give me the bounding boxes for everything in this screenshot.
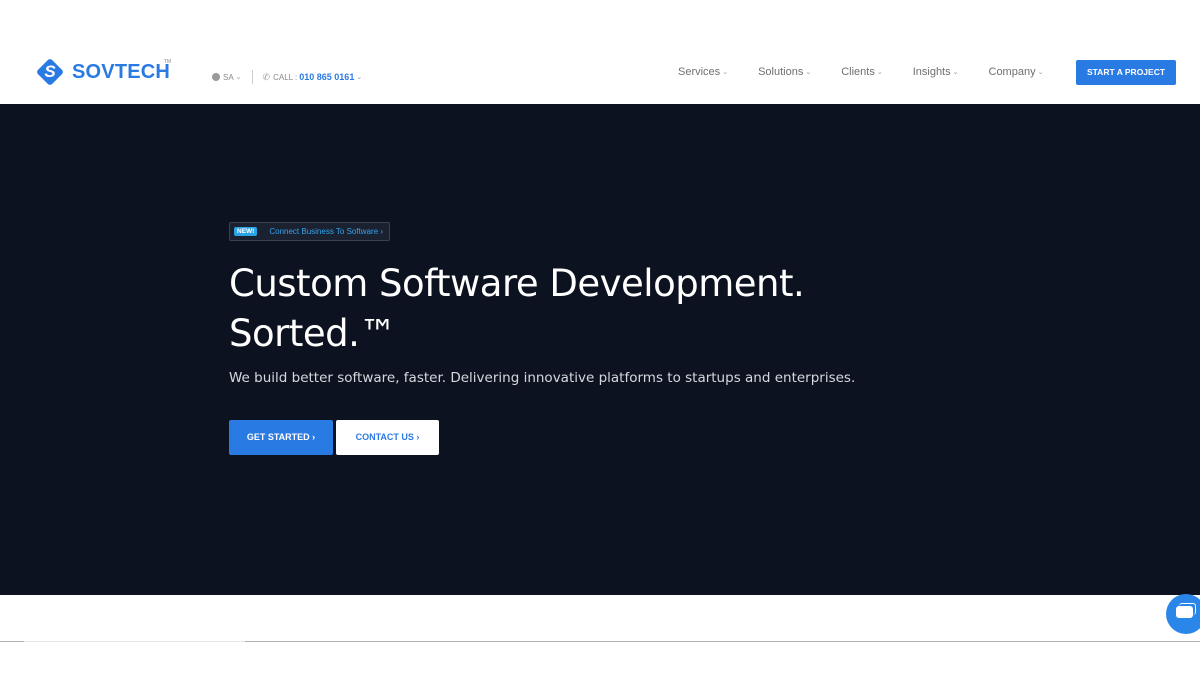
- chevron-down-icon: ⌄: [1037, 69, 1044, 76]
- trademark-mark: TM: [164, 59, 172, 65]
- chevron-down-icon: ⌄: [356, 74, 363, 81]
- logo-icon: S: [35, 57, 65, 87]
- sovtech-logo[interactable]: S SOVTECH: [35, 57, 171, 87]
- chevron-down-icon: ⌄: [722, 69, 729, 76]
- chevron-down-icon: ⌄: [876, 69, 883, 76]
- site-header: S SOVTECH TM SA ⌄ ✆ CALL : 010 865 0161 …: [0, 0, 1200, 104]
- globe-icon: [212, 73, 220, 81]
- new-tag: NEW!: [234, 227, 258, 236]
- nav-company[interactable]: Company ⌄: [989, 66, 1044, 78]
- nav-services[interactable]: Services ⌄: [678, 66, 728, 78]
- phone-icon: ✆: [262, 71, 271, 82]
- phone-selector[interactable]: ✆ CALL : 010 865 0161 ⌄: [263, 72, 363, 83]
- section-divider: [0, 641, 1200, 642]
- chevron-down-icon: ⌄: [805, 69, 812, 76]
- start-project-button[interactable]: START A PROJECT: [1076, 60, 1176, 85]
- hero-title: Custom Software Development. Sorted.™: [229, 262, 805, 355]
- contact-us-button[interactable]: CONTACT US ›: [336, 420, 439, 455]
- divider: [251, 70, 253, 84]
- nav-insights[interactable]: Insights ⌄: [913, 66, 959, 78]
- hero-subtitle: We build better software, faster. Delive…: [229, 370, 856, 386]
- announcement-badge[interactable]: NEW! Connect Business To Software ›: [229, 222, 391, 241]
- hero-section: NEW! Connect Business To Software › Cust…: [0, 104, 1200, 595]
- chevron-down-icon: ⌄: [235, 74, 242, 81]
- nav-clients[interactable]: Clients ⌄: [841, 66, 883, 78]
- top-info-bar: SA ⌄ ✆ CALL : 010 865 0161 ⌄: [212, 70, 362, 84]
- chevron-down-icon: ⌄: [952, 69, 959, 76]
- nav-solutions[interactable]: Solutions ⌄: [758, 66, 811, 78]
- chat-widget-button[interactable]: [1166, 594, 1200, 634]
- region-selector[interactable]: SA ⌄: [212, 73, 242, 82]
- logo-text: SOVTECH: [72, 60, 171, 83]
- main-nav: Services ⌄ Solutions ⌄ Clients ⌄ Insights ⌄ …: [678, 66, 1073, 78]
- badge-link: Connect Business To Software ›: [269, 227, 384, 236]
- get-started-button[interactable]: GET STARTED ›: [229, 420, 333, 455]
